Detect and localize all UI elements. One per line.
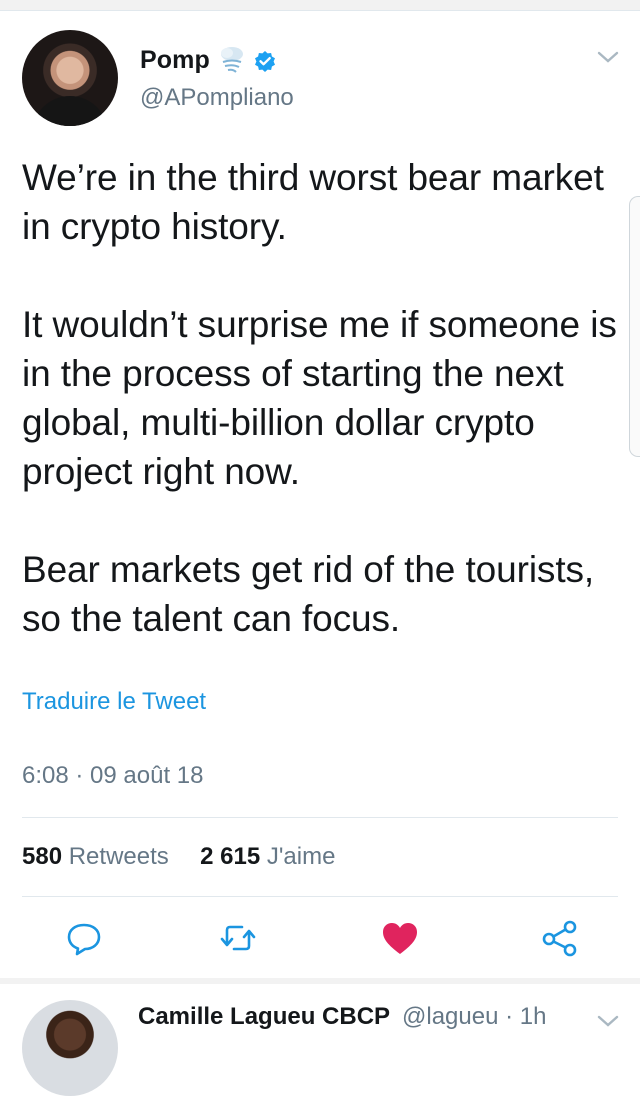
divider	[22, 896, 618, 897]
top-divider	[0, 0, 640, 11]
tweet-paragraph: It wouldn’t surprise me if someone is in…	[22, 304, 617, 492]
like-heart-icon[interactable]	[380, 918, 420, 958]
tweet-timestamp: 6:08 · 09 août 18	[22, 762, 204, 789]
chevron-down-icon[interactable]	[596, 1012, 620, 1030]
translate-tweet-link[interactable]: Traduire le Tweet	[22, 688, 206, 716]
retweets-label[interactable]: Retweets	[69, 843, 169, 870]
divider	[22, 817, 618, 818]
likes-count[interactable]: 2 615	[200, 843, 260, 870]
retweets-count[interactable]: 580	[22, 843, 62, 870]
tweet-stats: 580 Retweets 2 615 J'aime	[22, 843, 335, 871]
tweet-paragraph: Bear markets get rid of the tourists, so…	[22, 549, 595, 639]
likes-label[interactable]: J'aime	[267, 843, 336, 870]
tweet-text: We’re in the third worst bear market in …	[22, 153, 630, 692]
reply-author-handle-time[interactable]: @lagueu · 1h	[402, 1003, 546, 1031]
section-divider	[0, 978, 640, 984]
cloud-with-wind-icon	[221, 47, 243, 73]
author-avatar[interactable]	[22, 30, 118, 126]
reply-icon[interactable]	[64, 918, 104, 958]
reply-author-name[interactable]: Camille Lagueu CBCP	[138, 1003, 390, 1031]
tweet-paragraph: We’re in the third worst bear market in …	[22, 157, 604, 247]
scroll-handle[interactable]	[629, 196, 640, 457]
retweet-icon[interactable]	[218, 918, 258, 958]
verified-badge-icon	[255, 51, 275, 72]
author-name[interactable]: Pomp	[140, 46, 210, 75]
reply-author-avatar[interactable]	[22, 1000, 118, 1096]
avatar-shirt	[32, 96, 108, 126]
chevron-down-icon[interactable]	[596, 48, 620, 66]
author-handle[interactable]: @APompliano	[140, 84, 294, 112]
share-icon[interactable]	[540, 918, 580, 958]
